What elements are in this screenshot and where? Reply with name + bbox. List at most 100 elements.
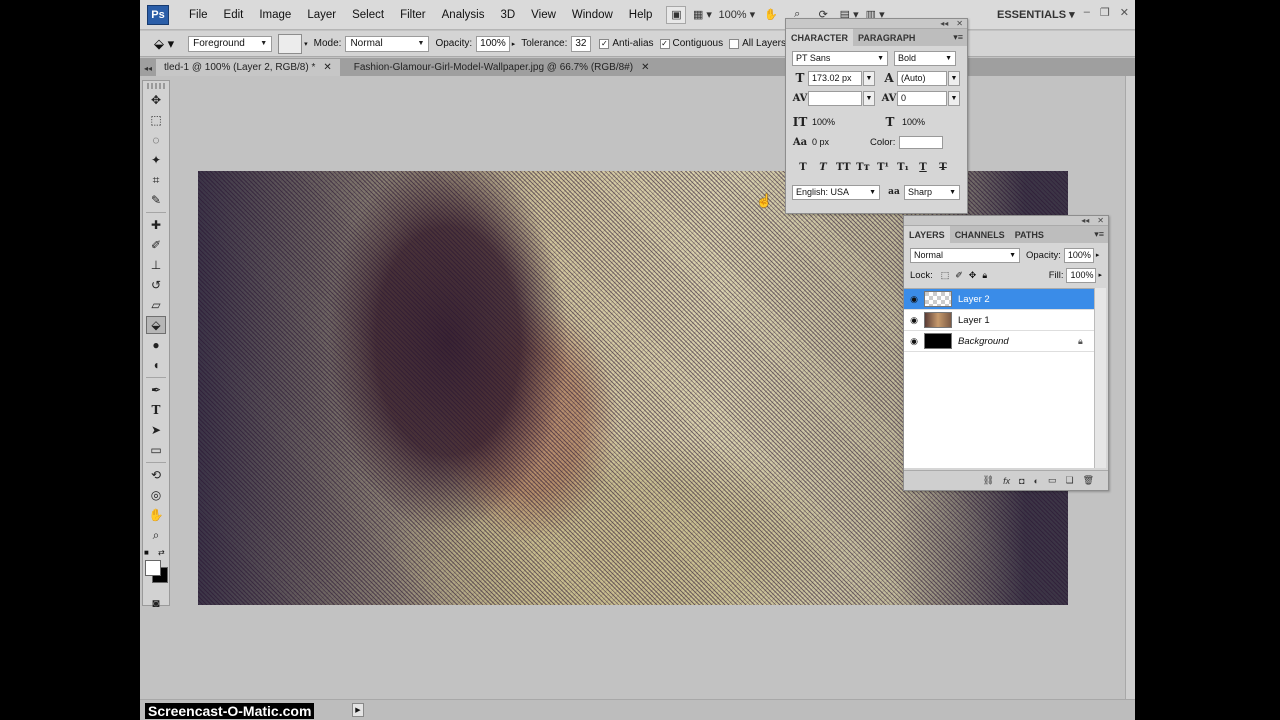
- antialias-option[interactable]: ✓ Anti-alias: [599, 38, 654, 49]
- layer-row-layer-1[interactable]: ◉ Layer 1: [904, 310, 1094, 331]
- menu-3d[interactable]: 3D: [492, 9, 523, 21]
- quick-mask-icon[interactable]: ◙: [146, 594, 166, 612]
- tab-character[interactable]: CHARACTER: [786, 29, 853, 46]
- lock-image-icon[interactable]: ✐: [955, 270, 963, 281]
- layer-style-icon[interactable]: fx: [1003, 476, 1010, 486]
- baseline-shift-field[interactable]: 0 px: [808, 135, 852, 150]
- lasso-tool-icon[interactable]: ◌: [146, 131, 166, 149]
- eye-icon[interactable]: ◉: [904, 315, 924, 326]
- all-layers-option[interactable]: All Layers: [729, 38, 786, 49]
- mode-dropdown[interactable]: Normal ▼: [345, 35, 430, 52]
- font-family-dropdown[interactable]: PT Sans ▼: [792, 50, 888, 66]
- workspace-switcher[interactable]: ESSENTIALS ▾: [997, 8, 1075, 21]
- close-tab-icon[interactable]: ✕: [323, 62, 331, 73]
- layer-row-layer-2[interactable]: ◉ Layer 2: [904, 289, 1094, 310]
- screen-mode-icon[interactable]: ▦ ▾: [692, 6, 712, 24]
- zoom-level[interactable]: 100% ▾: [718, 6, 755, 24]
- menu-analysis[interactable]: Analysis: [434, 9, 493, 21]
- contiguous-option[interactable]: ✓ Contiguous: [659, 38, 723, 49]
- tolerance-field[interactable]: 32: [571, 35, 592, 52]
- rectangle-tool-icon[interactable]: ▭: [146, 441, 166, 459]
- blend-mode-dropdown[interactable]: Normal ▼: [910, 247, 1020, 263]
- kerning-dropdown-icon[interactable]: ▼: [863, 90, 875, 106]
- crop-tool-icon[interactable]: ⌗: [146, 171, 166, 189]
- new-layer-icon[interactable]: ❏: [1065, 475, 1073, 486]
- vertical-scrollbar[interactable]: [1125, 76, 1135, 699]
- move-tool-icon[interactable]: ✥: [146, 91, 166, 109]
- link-layers-icon[interactable]: ⛓: [983, 475, 994, 486]
- path-selection-tool-icon[interactable]: ➤: [146, 421, 166, 439]
- panel-collapse-icon[interactable]: ◂◂: [144, 64, 152, 73]
- 3d-rotate-tool-icon[interactable]: ⟲: [146, 466, 166, 484]
- subscript-icon[interactable]: T₁: [896, 162, 910, 173]
- antialias-method-dropdown[interactable]: Sharp ▼: [904, 184, 960, 200]
- bridge-icon[interactable]: ▣: [666, 5, 687, 24]
- opacity-slider-arrow-icon[interactable]: ▸: [1096, 251, 1100, 259]
- leading-field[interactable]: (Auto): [897, 70, 947, 86]
- layer-fill-field[interactable]: 100%: [1066, 267, 1097, 283]
- underline-icon[interactable]: T: [916, 162, 930, 173]
- horizontal-scale-field[interactable]: 100%: [898, 115, 942, 130]
- add-mask-icon[interactable]: ◘: [1019, 476, 1024, 486]
- eye-icon[interactable]: ◉: [904, 336, 924, 347]
- brush-tool-icon[interactable]: ✐: [146, 236, 166, 254]
- faux-bold-icon[interactable]: T: [796, 162, 810, 173]
- eyedropper-tool-icon[interactable]: ✎: [146, 191, 166, 209]
- menu-window[interactable]: Window: [564, 9, 621, 21]
- tab-fashion-wallpaper[interactable]: Fashion-Glamour-Girl-Model-Wallpaper.jpg…: [346, 59, 658, 76]
- layer-row-background[interactable]: ◉ Background 🔒︎: [904, 331, 1094, 352]
- lock-transparent-icon[interactable]: ⬚: [941, 270, 950, 281]
- menu-view[interactable]: View: [523, 9, 564, 21]
- hand-tool-icon[interactable]: ✋: [146, 506, 166, 524]
- magic-wand-tool-icon[interactable]: ✦: [146, 151, 166, 169]
- leading-dropdown-icon[interactable]: ▼: [948, 70, 960, 86]
- panel-menu-icon[interactable]: ▾≡: [1094, 229, 1104, 240]
- menu-edit[interactable]: Edit: [216, 9, 252, 21]
- menu-filter[interactable]: Filter: [392, 9, 434, 21]
- text-color-swatch[interactable]: [899, 135, 944, 149]
- panel-close-icon[interactable]: ✕: [956, 19, 963, 28]
- lock-all-icon[interactable]: 🔒︎: [982, 270, 987, 281]
- layers-scrollbar[interactable]: [1094, 288, 1106, 468]
- close-tab-icon[interactable]: ✕: [641, 62, 649, 73]
- pattern-picker-arrow-icon[interactable]: ▾: [304, 40, 308, 48]
- clone-stamp-tool-icon[interactable]: ⊥: [146, 256, 166, 274]
- panel-close-icon[interactable]: ✕: [1097, 216, 1104, 225]
- new-group-icon[interactable]: ▭: [1048, 475, 1057, 486]
- blur-tool-icon[interactable]: ●: [146, 336, 166, 354]
- eye-icon[interactable]: ◉: [904, 294, 924, 305]
- opacity-field[interactable]: 100%: [476, 35, 510, 52]
- small-caps-icon[interactable]: Tт: [856, 162, 870, 173]
- type-tool-icon[interactable]: T: [146, 401, 166, 419]
- lock-position-icon[interactable]: ✥: [969, 270, 977, 281]
- history-brush-tool-icon[interactable]: ↺: [146, 276, 166, 294]
- language-dropdown[interactable]: English: USA ▼: [792, 184, 880, 200]
- all-caps-icon[interactable]: TT: [836, 162, 851, 173]
- healing-brush-tool-icon[interactable]: ✚: [146, 216, 166, 234]
- pattern-picker[interactable]: [278, 33, 303, 54]
- faux-italic-icon[interactable]: T: [816, 162, 830, 173]
- minimize-icon[interactable]: –: [1084, 6, 1090, 19]
- vertical-scale-field[interactable]: 100%: [808, 115, 852, 130]
- tab-paths[interactable]: PATHS: [1010, 226, 1049, 243]
- font-size-field[interactable]: 173.02 px: [808, 70, 862, 86]
- status-menu-arrow-icon[interactable]: ▶: [352, 703, 364, 717]
- panel-collapse-icon[interactable]: ◂◂: [940, 19, 948, 28]
- dodge-tool-icon[interactable]: ◖: [146, 356, 166, 374]
- tab-untitled-1[interactable]: tled-1 @ 100% (Layer 2, RGB/8) * ✕: [156, 59, 340, 76]
- tab-channels[interactable]: CHANNELS: [950, 226, 1010, 243]
- menu-layer[interactable]: Layer: [299, 9, 344, 21]
- restore-icon[interactable]: ❐: [1100, 6, 1110, 19]
- tab-layers[interactable]: LAYERS: [904, 226, 950, 243]
- toolbox-grip[interactable]: [147, 83, 165, 89]
- close-icon[interactable]: ✕: [1120, 6, 1129, 19]
- fill-slider-arrow-icon[interactable]: ▸: [1098, 271, 1102, 279]
- superscript-icon[interactable]: T¹: [876, 162, 890, 173]
- antialias-checkbox[interactable]: ✓: [599, 38, 610, 49]
- foreground-color-swatch[interactable]: [145, 560, 161, 576]
- adjustment-layer-icon[interactable]: ◐: [1034, 476, 1039, 486]
- zoom-tool-icon[interactable]: ⌕: [146, 526, 166, 544]
- 3d-orbit-tool-icon[interactable]: ◎: [146, 486, 166, 504]
- paint-bucket-tool-icon[interactable]: ⬙: [146, 316, 166, 334]
- panel-collapse-icon[interactable]: ◂◂: [1081, 216, 1089, 225]
